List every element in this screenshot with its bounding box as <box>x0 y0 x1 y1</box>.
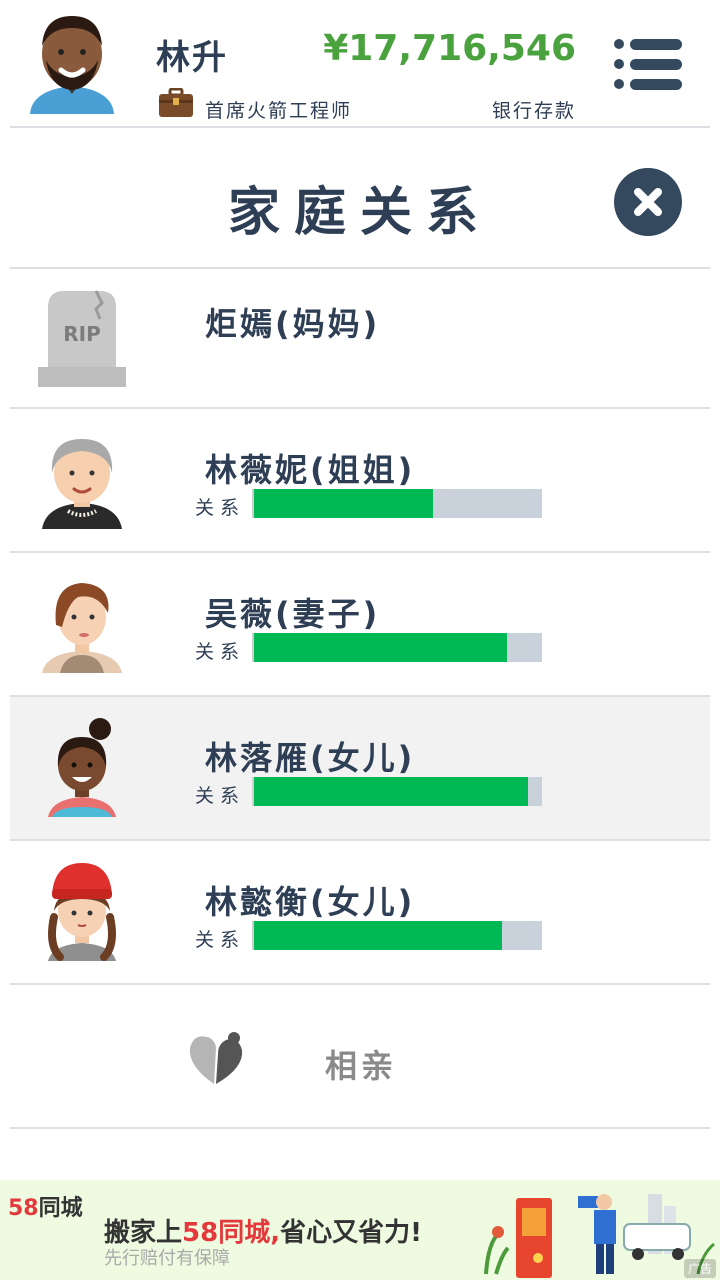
family-row-mother[interactable]: RIP 炬嫣(妈妈) <box>10 269 710 411</box>
bank-balance-label: 银行存款 <box>491 100 576 122</box>
relation-label: 关系 <box>195 785 246 807</box>
ad-subtext: 先行赔付有保障 <box>104 1248 230 1269</box>
player-name: 林升 <box>156 38 228 78</box>
status-header: 林升 首席火箭工程师 ¥17,716,546 银行存款 <box>0 0 720 128</box>
close-icon <box>634 188 662 216</box>
tombstone-rip-icon: RIP <box>38 290 126 387</box>
relation-label: 关系 <box>195 929 246 951</box>
briefcase-icon <box>159 88 193 117</box>
family-member-name: 炬嫣(妈妈) <box>205 305 381 343</box>
ad-logo: 58同城 <box>8 1190 83 1222</box>
job-title: 首席火箭工程师 <box>205 100 353 122</box>
woman-portrait <box>42 583 122 673</box>
relation-label: 关系 <box>195 641 246 663</box>
header-divider <box>10 126 710 128</box>
relation-bar-fill <box>254 921 502 950</box>
relation-bar <box>252 489 542 518</box>
relation-label: 关系 <box>195 497 246 519</box>
relation-bar <box>252 921 542 950</box>
relation-bar-fill <box>254 489 433 518</box>
player-avatar[interactable] <box>28 10 116 116</box>
rip-text: RIP <box>63 322 101 346</box>
ad-headline-suffix: 省心又省力! <box>280 1218 422 1248</box>
bank-balance: ¥17,716,546 <box>323 28 576 69</box>
dating-hearts-icon <box>189 1032 243 1084</box>
relation-bar <box>252 633 542 662</box>
family-member-name: 林薇妮(姐姐) <box>205 451 416 489</box>
ad-logo-number: 58 <box>8 1196 39 1221</box>
girl-red-hat-portrait <box>48 863 116 961</box>
dating-divider <box>10 1127 710 1129</box>
girl-portrait <box>48 718 116 817</box>
hamburger-menu-icon[interactable] <box>612 38 684 90</box>
ad-banner[interactable]: 58同城 搬家上58同城,省心又省力! 先行赔付有保障 广告 <box>0 1180 720 1280</box>
family-member-name: 吴薇(妻子) <box>205 595 381 633</box>
relation-bar <box>252 777 542 806</box>
family-row-wife[interactable]: 吴薇(妻子) 关系 <box>10 553 710 695</box>
family-member-name: 林落雁(女儿) <box>205 739 416 777</box>
ad-tag: 广告 <box>683 1259 716 1278</box>
elderly-woman-portrait <box>42 439 122 529</box>
dating-label: 相亲 <box>325 1047 398 1085</box>
family-row-daughter-2[interactable]: 林懿衡(女儿) 关系 <box>10 841 710 983</box>
relation-bar-fill <box>254 777 528 806</box>
family-member-name: 林懿衡(女儿) <box>205 883 416 921</box>
family-row-sister[interactable]: 林薇妮(姐姐) 关系 <box>10 409 710 551</box>
ad-logo-text: 同城 <box>38 1196 83 1221</box>
dating-button[interactable]: 相亲 <box>10 985 710 1127</box>
dialog-title: 家庭关系 <box>227 183 492 243</box>
family-row-daughter-1[interactable]: 林落雁(女儿) 关系 <box>10 697 710 839</box>
relation-bar-fill <box>254 633 508 662</box>
close-button[interactable] <box>614 168 682 236</box>
